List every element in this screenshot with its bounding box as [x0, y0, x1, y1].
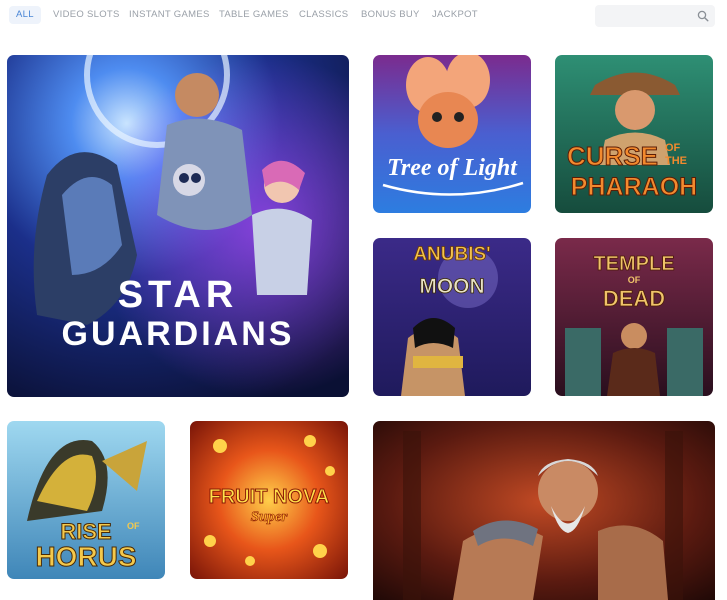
anubis-title-line2: MOON [419, 275, 484, 298]
search-box[interactable] [595, 5, 715, 27]
warrior-game-art [373, 421, 715, 600]
temple-of-dead-art: TEMPLE OF DEAD [555, 238, 713, 396]
game-tile-fruit-nova-super[interactable]: FRUIT NOVA Super [190, 421, 348, 579]
tree-of-light-title: Tree of Light [387, 155, 518, 181]
horus-title-of: OF [127, 521, 140, 531]
tab-instant-games[interactable]: INSTANT GAMES [129, 6, 210, 24]
horus-title-line2: HORUS [35, 541, 136, 572]
curse-title-line2: PHARAOH [571, 173, 697, 201]
curse-title-line1: CURSE [567, 141, 658, 171]
tree-of-light-art: Tree of Light [373, 55, 531, 213]
fruit-nova-title-line2: Super [251, 509, 288, 525]
game-tile-warrior[interactable] [373, 421, 715, 600]
fruit-nova-art: FRUIT NOVA Super [190, 421, 348, 579]
category-nav: ALL VIDEO SLOTS INSTANT GAMES TABLE GAME… [0, 0, 727, 30]
game-tile-tree-of-light[interactable]: Tree of Light [373, 55, 531, 213]
star-guardians-title-line1: STAR [118, 274, 239, 316]
curse-title-the: THE [665, 155, 687, 167]
tab-jackpot[interactable]: JACKPOT [432, 6, 478, 24]
tab-table-games[interactable]: TABLE GAMES [219, 6, 289, 24]
anubis-moon-art: ANUBIS' MOON [373, 238, 531, 396]
tab-all[interactable]: ALL [9, 6, 41, 24]
rise-of-horus-art: RISE OF HORUS [7, 421, 165, 579]
search-icon[interactable] [697, 10, 709, 22]
curse-title-of: OF [665, 142, 681, 154]
temple-title-of: OF [628, 275, 641, 285]
game-tile-anubis-moon[interactable]: ANUBIS' MOON [373, 238, 531, 396]
game-tile-curse-of-the-pharaoh[interactable]: CURSE OF THE PHARAOH [555, 55, 713, 213]
star-guardians-title-line2: GUARDIANS [62, 315, 295, 353]
star-guardians-art: STAR GUARDIANS [7, 55, 349, 397]
game-tile-rise-of-horus[interactable]: RISE OF HORUS [7, 421, 165, 579]
curse-of-the-pharaoh-art: CURSE OF THE PHARAOH [555, 55, 713, 213]
fruit-nova-title-line1: FRUIT NOVA [209, 486, 330, 508]
tab-bonus-buy[interactable]: BONUS BUY [361, 6, 420, 24]
game-tile-temple-of-dead[interactable]: TEMPLE OF DEAD [555, 238, 713, 396]
temple-title-line2: DEAD [603, 286, 665, 311]
tab-video-slots[interactable]: VIDEO SLOTS [53, 6, 120, 24]
tab-classics[interactable]: CLASSICS [299, 6, 348, 24]
anubis-title-line1: ANUBIS' [413, 244, 490, 265]
temple-title-line1: TEMPLE [593, 253, 674, 275]
search-input[interactable] [601, 8, 693, 26]
game-tile-star-guardians[interactable]: STAR GUARDIANS [7, 55, 349, 397]
